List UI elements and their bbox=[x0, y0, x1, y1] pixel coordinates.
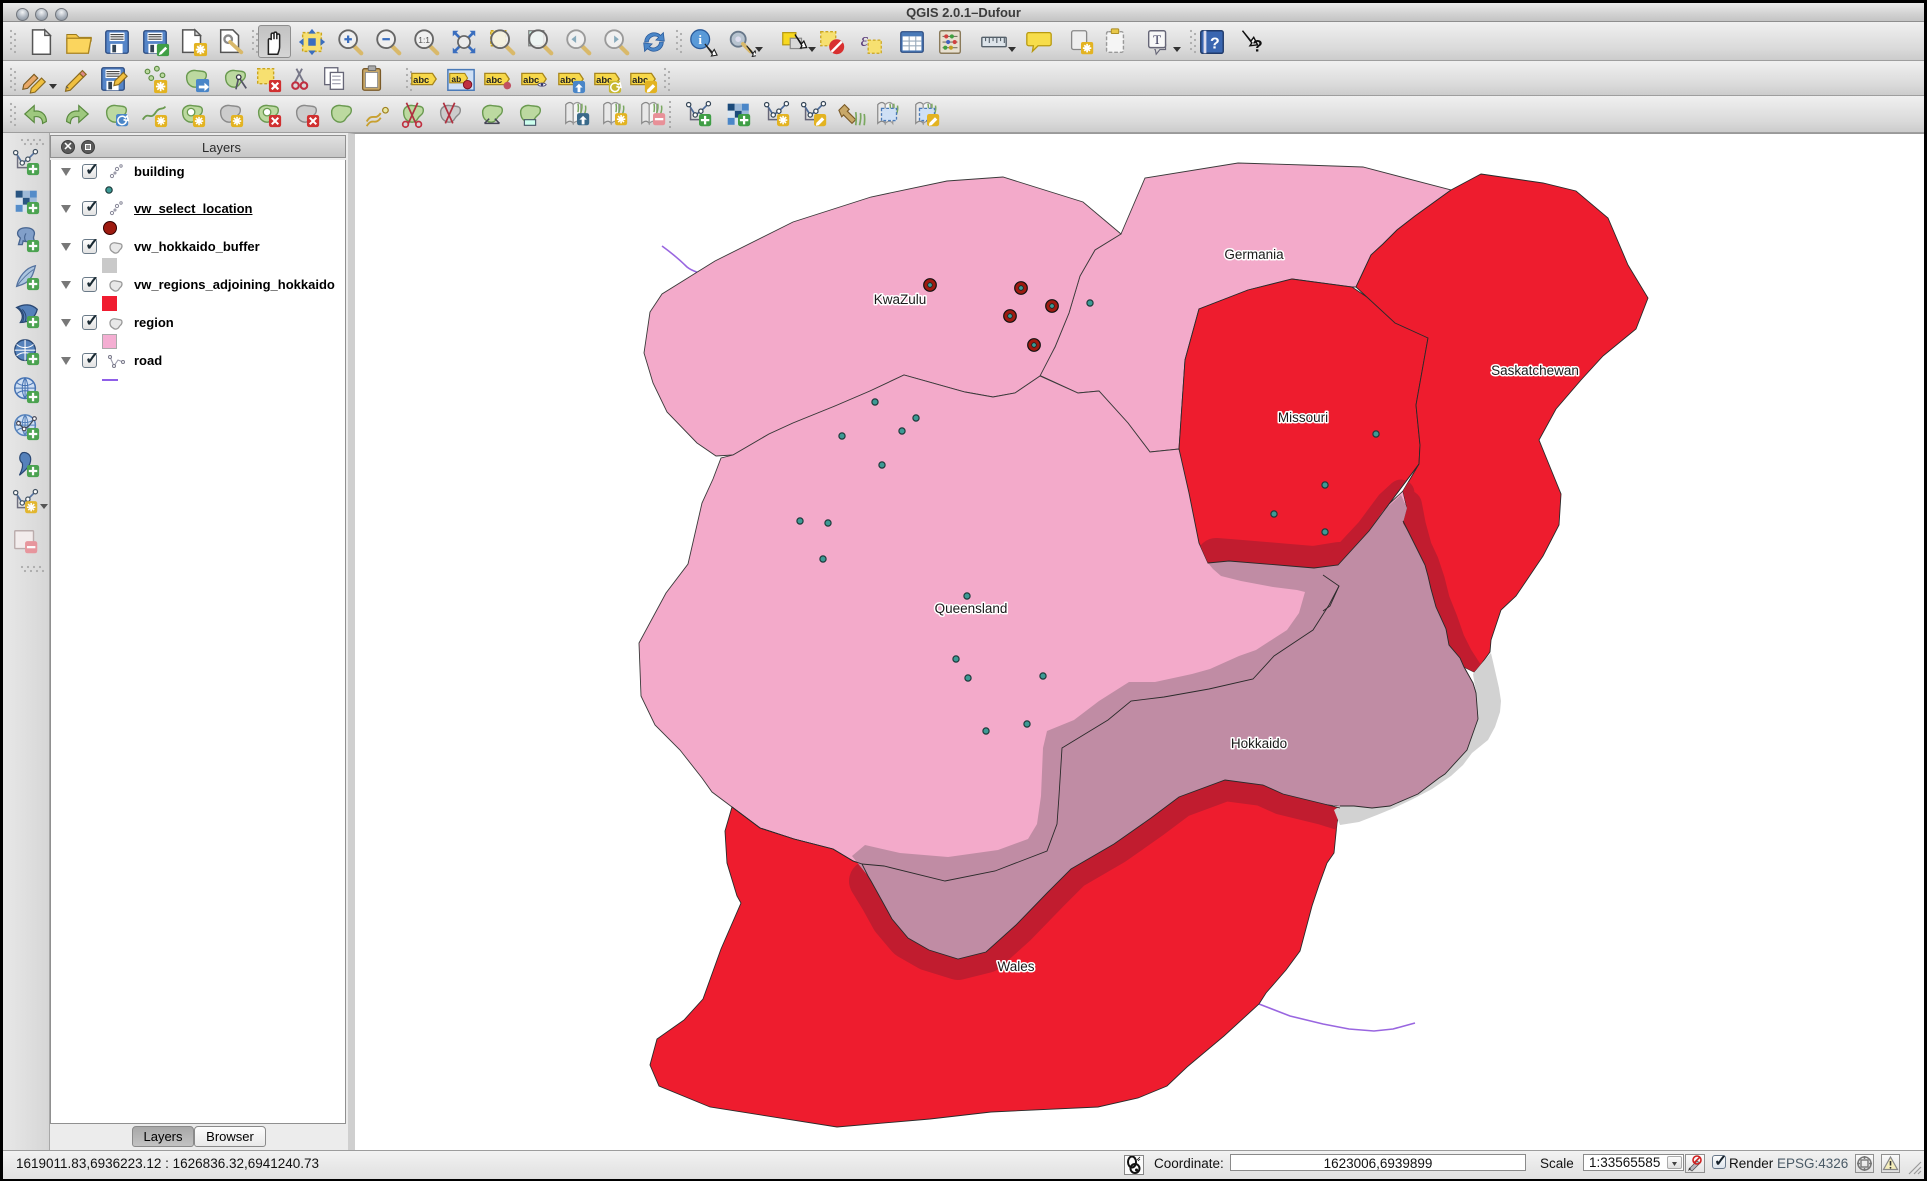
svg-text:Saskatchewan: Saskatchewan bbox=[1491, 363, 1579, 378]
svg-text:Germania: Germania bbox=[1224, 247, 1284, 262]
svg-text:ε: ε bbox=[861, 30, 869, 51]
svg-text:?: ? bbox=[1210, 36, 1220, 53]
svg-text:Wales: Wales bbox=[997, 959, 1034, 974]
svg-text:i: i bbox=[698, 32, 702, 47]
svg-text:Hokkaido: Hokkaido bbox=[1231, 736, 1287, 751]
svg-text:Missouri: Missouri bbox=[1278, 410, 1328, 425]
svg-text:?: ? bbox=[1252, 36, 1262, 55]
svg-text:abc: abc bbox=[486, 75, 502, 85]
svg-text:ab: ab bbox=[451, 74, 461, 84]
svg-text:T: T bbox=[1153, 32, 1161, 47]
svg-text:abc: abc bbox=[523, 75, 539, 85]
svg-text:KwaZulu: KwaZulu bbox=[874, 292, 927, 307]
svg-text:abc: abc bbox=[413, 75, 429, 85]
svg-text:Queensland: Queensland bbox=[935, 601, 1008, 616]
svg-text:1:1: 1:1 bbox=[418, 35, 430, 45]
